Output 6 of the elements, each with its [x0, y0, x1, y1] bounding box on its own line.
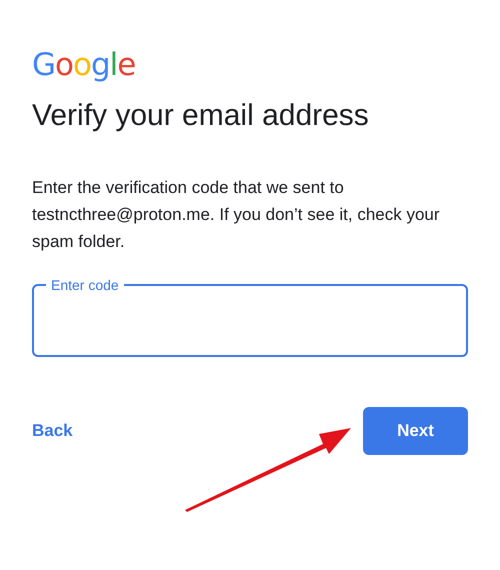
page-title: Verify your email address	[32, 98, 370, 134]
next-button[interactable]: Next	[363, 407, 468, 455]
google-logo: Google	[32, 46, 136, 84]
code-field[interactable]: Enter code	[32, 277, 468, 357]
back-link[interactable]: Back	[32, 421, 73, 441]
instruction-text: Enter the verification code that we sent to testncthree@proton.me. If you don’t see it, check your spam folder.	[32, 177, 441, 253]
